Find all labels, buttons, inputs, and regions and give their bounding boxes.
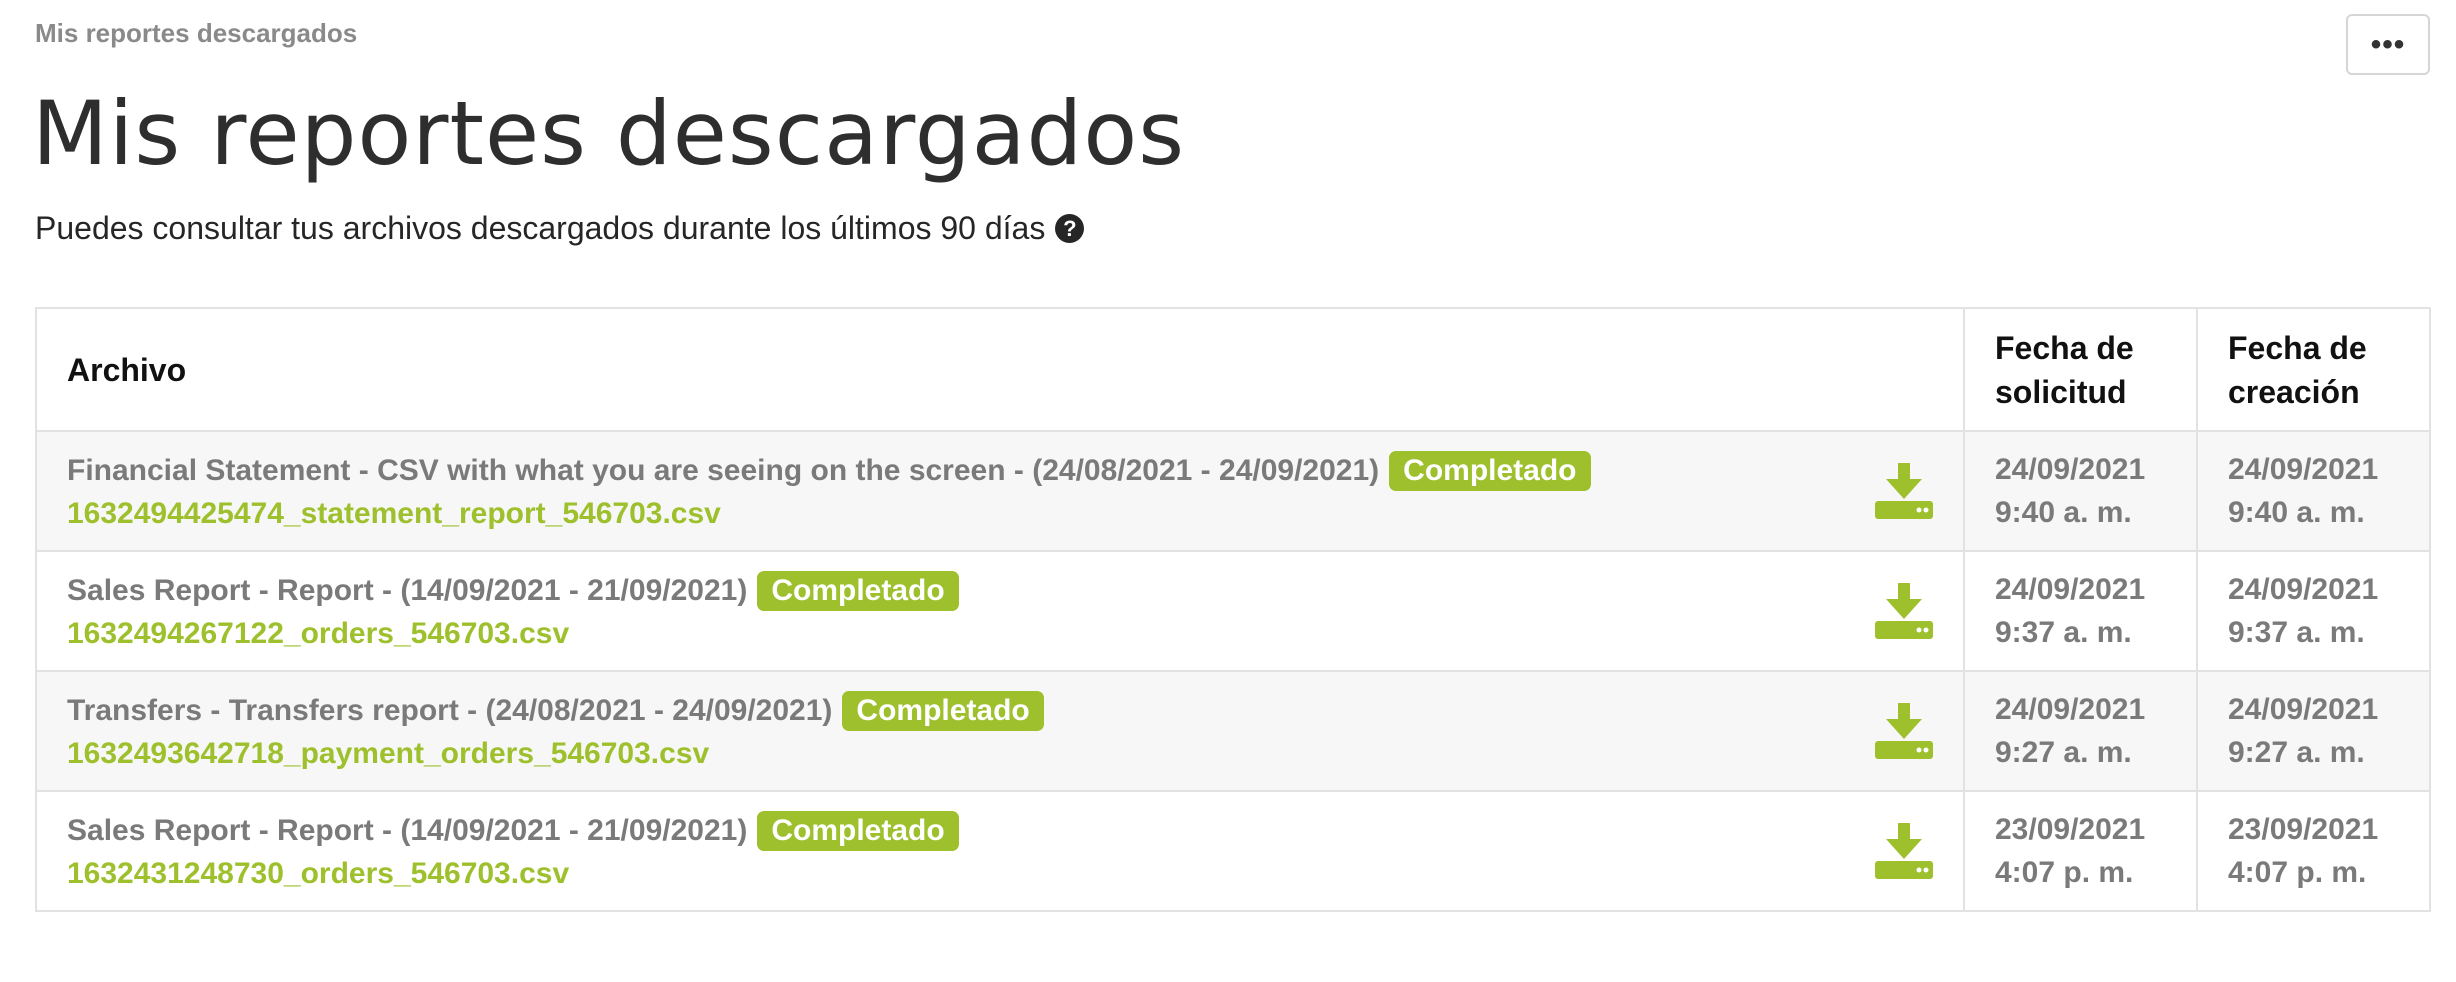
more-options-button[interactable]: ••• — [2346, 14, 2430, 75]
requested-time: 9:40 a. m. — [1995, 496, 2132, 529]
table-row: Sales Report - Report - (14/09/2021 - 21… — [35, 550, 2431, 672]
report-description: Financial Statement - CSV with what you … — [67, 454, 1380, 487]
report-description: Sales Report - Report - (14/09/2021 - 21… — [67, 814, 748, 847]
file-cell: Sales Report - Report - (14/09/2021 - 21… — [35, 790, 1965, 912]
table-header-row: Archivo Fecha de solicitud Fecha de crea… — [35, 307, 2431, 432]
download-icon[interactable] — [1875, 703, 1933, 759]
question-circle-icon[interactable]: ? — [1055, 214, 1085, 243]
requested-date: 24/09/2021 — [1995, 573, 2146, 606]
header-line: creación — [2228, 373, 2360, 410]
requested-date-cell: 24/09/2021 9:40 a. m. — [1963, 430, 2198, 552]
requested-date: 24/09/2021 — [1995, 453, 2146, 486]
table-row: Sales Report - Report - (14/09/2021 - 21… — [35, 790, 2431, 912]
page-title: Mis reportes descargados — [32, 82, 1186, 185]
reports-page: Mis reportes descargados ••• Mis reporte… — [0, 0, 2456, 982]
download-icon[interactable] — [1875, 463, 1933, 519]
requested-time: 9:27 a. m. — [1995, 736, 2132, 769]
column-header-requested-date: Fecha de solicitud — [1963, 307, 2198, 432]
file-link[interactable]: 1632494267122_orders_546703.csv — [67, 617, 1933, 651]
report-description: Sales Report - Report - (14/09/2021 - 21… — [67, 574, 748, 607]
created-time: 4:07 p. m. — [2228, 856, 2367, 889]
file-line: Sales Report - Report - (14/09/2021 - 21… — [67, 571, 1933, 611]
report-description: Transfers - Transfers report - (24/08/20… — [67, 694, 833, 727]
file-line: Financial Statement - CSV with what you … — [67, 451, 1933, 491]
created-time: 9:37 a. m. — [2228, 616, 2365, 649]
status-badge: Completado — [757, 571, 959, 611]
requested-time: 4:07 p. m. — [1995, 856, 2134, 889]
requested-date: 23/09/2021 — [1995, 813, 2146, 846]
status-badge: Completado — [757, 811, 959, 851]
header-line: solicitud — [1995, 373, 2127, 410]
created-date: 24/09/2021 — [2228, 693, 2379, 726]
file-cell: Sales Report - Report - (14/09/2021 - 21… — [35, 550, 1965, 672]
created-date-cell: 24/09/2021 9:40 a. m. — [2196, 430, 2431, 552]
created-date: 23/09/2021 — [2228, 813, 2379, 846]
table-row: Financial Statement - CSV with what you … — [35, 430, 2431, 552]
column-header-file: Archivo — [35, 307, 1965, 432]
requested-date: 24/09/2021 — [1995, 693, 2146, 726]
download-icon[interactable] — [1875, 823, 1933, 879]
created-time: 9:40 a. m. — [2228, 496, 2365, 529]
created-date-cell: 24/09/2021 9:27 a. m. — [2196, 670, 2431, 792]
file-cell: Financial Statement - CSV with what you … — [35, 430, 1965, 552]
file-line: Sales Report - Report - (14/09/2021 - 21… — [67, 811, 1933, 851]
file-link[interactable]: 1632494425474_statement_report_546703.cs… — [67, 497, 1933, 531]
requested-date-cell: 24/09/2021 9:37 a. m. — [1963, 550, 2198, 672]
subtitle-text: Puedes consultar tus archivos descargado… — [35, 210, 1046, 246]
created-date: 24/09/2021 — [2228, 453, 2379, 486]
created-date-cell: 23/09/2021 4:07 p. m. — [2196, 790, 2431, 912]
header-line: Fecha de — [2228, 329, 2367, 366]
download-icon[interactable] — [1875, 583, 1933, 639]
requested-date-cell: 23/09/2021 4:07 p. m. — [1963, 790, 2198, 912]
created-time: 9:27 a. m. — [2228, 736, 2365, 769]
requested-date-cell: 24/09/2021 9:27 a. m. — [1963, 670, 2198, 792]
status-badge: Completado — [842, 691, 1044, 731]
status-badge: Completado — [1389, 451, 1591, 491]
page-subtitle: Puedes consultar tus archivos descargado… — [35, 210, 1085, 247]
file-link[interactable]: 1632431248730_orders_546703.csv — [67, 857, 1933, 891]
table-row: Transfers - Transfers report - (24/08/20… — [35, 670, 2431, 792]
created-date: 24/09/2021 — [2228, 573, 2379, 606]
column-header-created-date: Fecha de creación — [2196, 307, 2431, 432]
file-line: Transfers - Transfers report - (24/08/20… — [67, 691, 1933, 731]
reports-table: Archivo Fecha de solicitud Fecha de crea… — [35, 307, 2431, 912]
header-line: Fecha de — [1995, 329, 2134, 366]
requested-time: 9:37 a. m. — [1995, 616, 2132, 649]
created-date-cell: 24/09/2021 9:37 a. m. — [2196, 550, 2431, 672]
breadcrumb[interactable]: Mis reportes descargados — [35, 18, 357, 49]
file-link[interactable]: 1632493642718_payment_orders_546703.csv — [67, 737, 1933, 771]
file-cell: Transfers - Transfers report - (24/08/20… — [35, 670, 1965, 792]
